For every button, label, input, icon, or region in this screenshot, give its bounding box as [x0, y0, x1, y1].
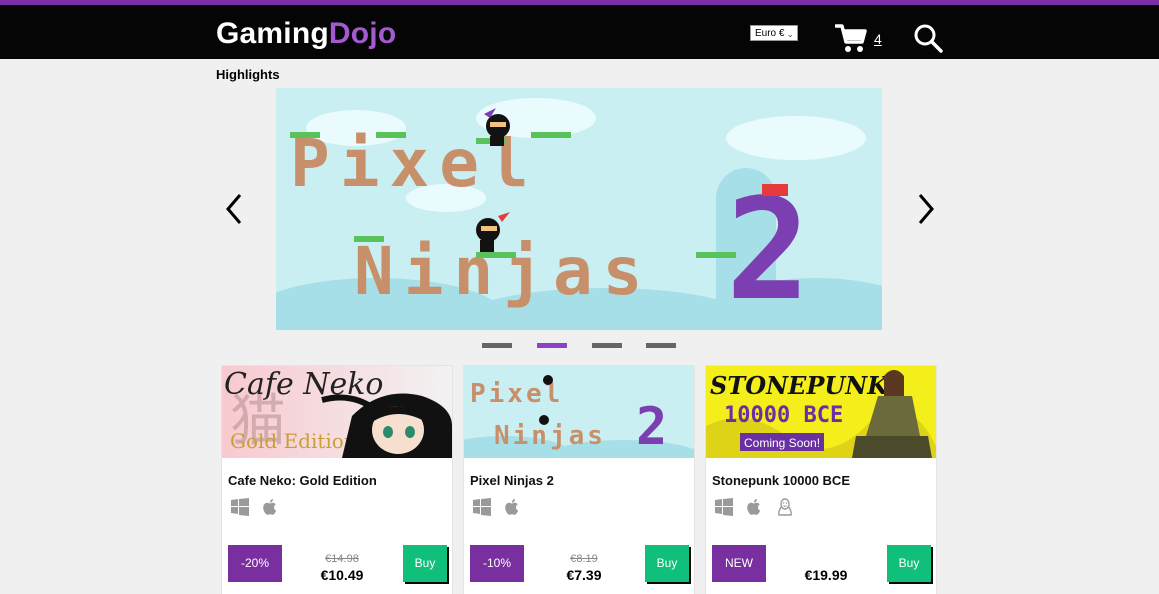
carousel-next-arrow[interactable] — [914, 192, 936, 226]
product-thumbnail[interactable]: Pixel Ninjas 2 — [464, 366, 694, 458]
apple-icon — [263, 499, 277, 515]
carousel-dot-2[interactable] — [537, 343, 567, 348]
highlight-banner[interactable]: Pixel Ninjas 2 — [276, 88, 882, 330]
product-name[interactable]: Pixel Ninjas 2 — [470, 473, 554, 488]
windows-icon — [715, 498, 733, 516]
carousel-dot-1[interactable] — [482, 343, 512, 348]
search-icon[interactable] — [913, 23, 943, 53]
apple-icon — [505, 499, 519, 515]
original-price: €14.98 — [325, 553, 359, 565]
thumb-subtitle: Gold Edition — [230, 429, 357, 453]
product-name[interactable]: Stonepunk 10000 BCE — [712, 473, 850, 488]
thumb-title: STONEPUNK — [710, 371, 889, 400]
platform-icons — [472, 497, 528, 519]
coming-soon-label: Coming Soon! — [744, 436, 820, 450]
svg-text:Ninjas: Ninjas — [354, 233, 652, 310]
current-price: €19.99 — [804, 567, 848, 583]
carousel-indicators — [482, 343, 682, 349]
new-badge: NEW — [712, 545, 766, 582]
discount-badge: -20% — [228, 545, 282, 582]
currency-label: Euro € — [755, 28, 785, 39]
platform-icons — [230, 497, 286, 519]
carousel-prev-arrow[interactable] — [224, 192, 246, 226]
product-card[interactable]: STONEPUNK 10000 BCE Coming Soon! Stonepu… — [706, 366, 936, 594]
thumb-title: Cafe Neko — [224, 367, 383, 402]
product-name[interactable]: Cafe Neko: Gold Edition — [228, 473, 377, 488]
buy-button[interactable]: Buy — [403, 545, 447, 582]
original-price: €8.19 — [570, 553, 598, 565]
currency-select[interactable]: Euro € ⌄ — [750, 25, 798, 41]
discount-badge: -10% — [470, 545, 524, 582]
linux-icon — [777, 498, 792, 516]
product-thumbnail[interactable]: STONEPUNK 10000 BCE Coming Soon! — [706, 366, 936, 458]
thumb-subtitle: 10000 BCE — [724, 403, 843, 428]
site-header: GamingDojo Euro € ⌄ 4 — [0, 5, 1159, 59]
cart-icon[interactable] — [835, 23, 867, 53]
windows-icon — [231, 498, 249, 516]
platform-icons — [714, 497, 801, 519]
carousel-dot-3[interactable] — [592, 343, 622, 348]
product-card[interactable]: Pixel Ninjas 2 Pixel Ninjas 2 -10% €8.19… — [464, 366, 694, 594]
current-price: €10.49 — [320, 567, 364, 583]
apple-icon — [747, 499, 761, 515]
thumb-number: 2 — [636, 397, 667, 457]
cart-count-link[interactable]: 4 — [874, 31, 882, 47]
windows-icon — [473, 498, 491, 516]
carousel-dot-4[interactable] — [646, 343, 676, 348]
highlights-heading: Highlights — [216, 67, 280, 82]
logo-part-2: Dojo — [328, 17, 397, 50]
thumb-subtitle: Ninjas — [494, 421, 606, 451]
buy-button[interactable]: Buy — [887, 545, 931, 582]
buy-button[interactable]: Buy — [645, 545, 689, 582]
logo-part-1: Gaming — [216, 17, 329, 50]
banner-title-line-2: Ninjas — [354, 233, 652, 310]
product-card[interactable]: 猫 Cafe Neko Gold Edition Cafe Neko: Gold… — [222, 366, 452, 594]
current-price: €7.39 — [566, 567, 602, 583]
product-thumbnail[interactable]: 猫 Cafe Neko Gold Edition — [222, 366, 452, 458]
site-logo[interactable]: GamingDojo — [216, 17, 396, 51]
chevron-down-icon: ⌄ — [786, 29, 794, 39]
